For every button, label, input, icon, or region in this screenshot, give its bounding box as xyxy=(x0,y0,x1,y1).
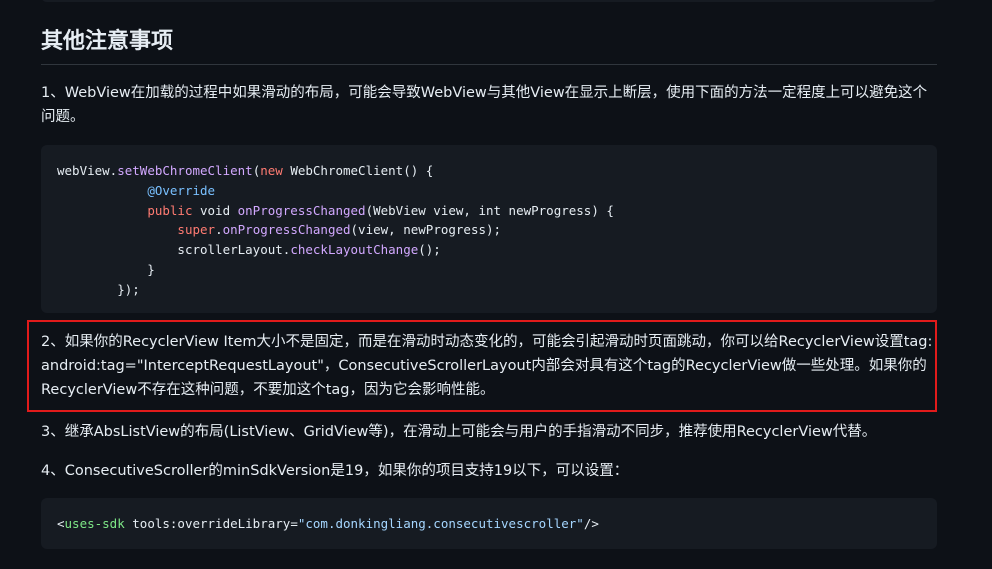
code-token: uses-sdk xyxy=(64,516,125,531)
code-token: setWebChromeClient xyxy=(117,163,253,178)
code-token: new xyxy=(260,163,283,178)
note-paragraph-1: 1、WebView在加载的过程中如果滑动的布局，可能会导致WebView与其他V… xyxy=(41,85,928,125)
highlight-box xyxy=(27,320,937,412)
code-block-webview[interactable]: webView.setWebChromeClient(new WebChrome… xyxy=(41,145,937,313)
code-line: }); xyxy=(57,281,140,297)
code-token: WebChromeClient() { xyxy=(282,163,434,178)
previous-code-block-edge xyxy=(41,0,937,2)
code-token: checkLayoutChange xyxy=(290,242,419,258)
code-token: tools:overrideLibrary= xyxy=(124,516,298,531)
code-token: onProgressChanged xyxy=(237,202,366,218)
code-token: "com.donkingliang.consecutivescroller" xyxy=(297,516,584,531)
code-token: (); xyxy=(418,242,441,258)
code-token: scrollerLayout. xyxy=(177,242,291,258)
code-line: } xyxy=(57,261,155,277)
code-token: . xyxy=(215,222,223,238)
code-token: webView. xyxy=(57,163,118,178)
code-token: (view, newProgress); xyxy=(350,222,502,238)
section-heading: 其他注意事项 xyxy=(41,27,937,65)
note-paragraph-3: 3、继承AbsListView的布局(ListView、GridView等)，在… xyxy=(41,424,877,440)
code-token: /> xyxy=(583,516,599,531)
code-token: onProgressChanged xyxy=(222,222,351,238)
code-token: (WebView view, int newProgress) { xyxy=(365,202,614,218)
code-token: @Override xyxy=(147,182,216,198)
code-token: public xyxy=(147,202,193,218)
note-paragraph-4: 4、ConsecutiveScroller的minSdkVersion是19，如… xyxy=(41,463,629,479)
code-token: < xyxy=(57,516,65,531)
code-block-uses-sdk[interactable]: <uses-sdk tools:overrideLibrary="com.don… xyxy=(41,498,937,549)
code-token: super xyxy=(177,222,216,238)
code-token: void xyxy=(192,202,238,218)
